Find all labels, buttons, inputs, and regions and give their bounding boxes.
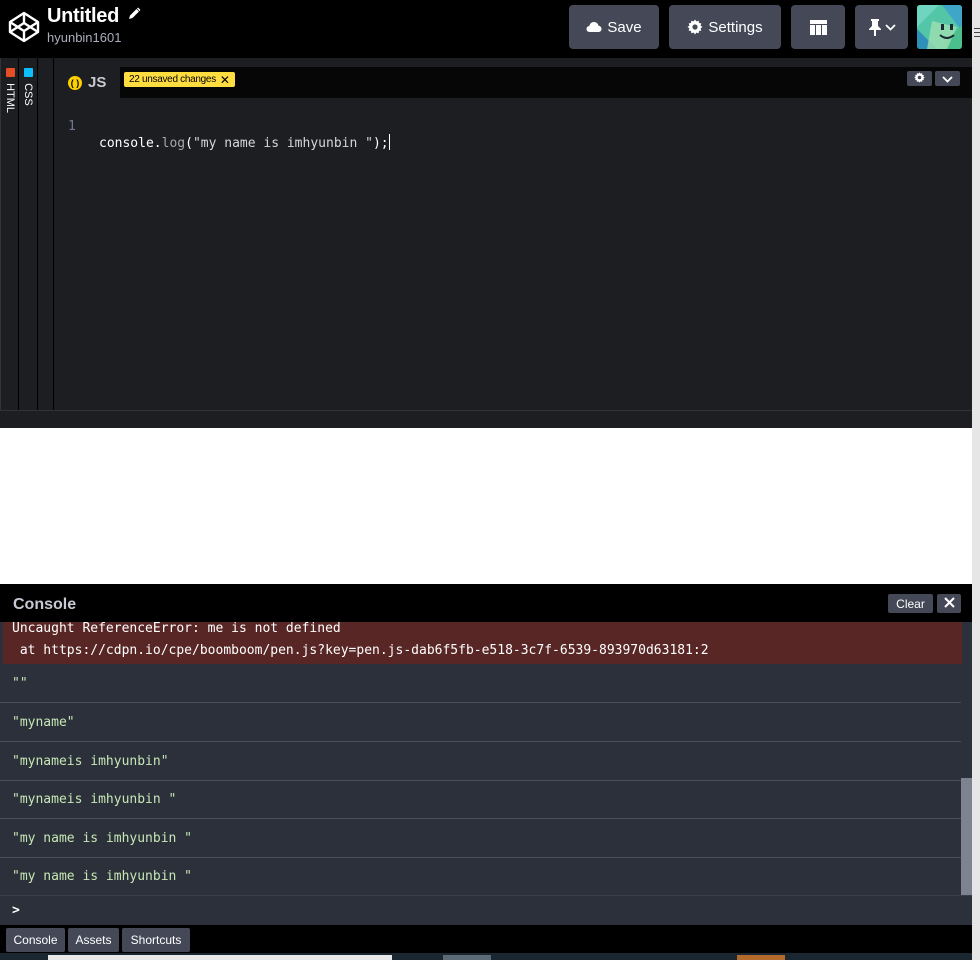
js-editor: ( ) JS 22 unsaved changes ✕ 1 console.lo… [54,58,972,410]
js-editor-topbar: ( ) JS 22 unsaved changes ✕ [54,67,972,98]
editor-resizer[interactable] [38,58,54,410]
console-error-entry: Uncaught ReferenceError: me is not defin… [3,622,962,664]
console-entry: "mynameis imhyunbin" [0,742,961,781]
console-entry: "my name is imhyunbin " [0,819,961,858]
console-title: Console [13,596,77,613]
header: Untitled hyunbin1601 Save Settings [0,0,972,58]
console-entry: "my name is imhyunbin " [12,869,193,884]
js-tab[interactable]: ( ) JS [54,67,120,98]
close-console-button[interactable] [937,594,961,613]
pen-title[interactable]: Untitled [47,5,119,28]
save-button[interactable]: Save [569,5,659,49]
line-number: 1 [68,119,76,134]
css-icon [23,68,33,77]
editor-settings-button[interactable] [907,71,932,86]
gear-icon [687,19,708,35]
close-icon[interactable]: ✕ [220,73,230,87]
pencil-icon[interactable] [127,7,141,21]
chevron-down-icon [942,70,953,88]
gear-icon [914,70,925,88]
pen-title-area: Untitled hyunbin1601 [47,5,141,45]
html-editor-collapsed[interactable]: HTML [0,58,19,410]
settings-button[interactable]: Settings [669,5,781,49]
console-prompt: > [12,903,20,918]
text-cursor [388,134,390,150]
pin-icon [868,18,882,36]
console-entry: "" [0,664,961,703]
change-view-button[interactable] [791,5,845,49]
layout-icon [809,19,827,35]
settings-label: Settings [708,18,763,36]
js-icon: ( ) [68,75,82,90]
save-label: Save [607,18,642,36]
window-scroll-strip [972,0,980,960]
css-editor-collapsed[interactable]: CSS [19,58,38,410]
js-tab-label: JS [88,74,107,91]
pin-menu-button[interactable] [855,5,908,49]
editor-resize-bar[interactable] [0,410,972,428]
css-tab-label: CSS [22,68,34,106]
html-tab-label: HTML [4,68,16,113]
clear-console-button[interactable]: Clear [888,594,933,613]
error-message: Uncaught ReferenceError: me is not defin… [12,622,341,636]
assets-button[interactable]: Assets [68,928,119,952]
console-log[interactable]: Uncaught ReferenceError: me is not defin… [0,622,972,895]
preview-frame[interactable] [0,428,972,584]
console-entry: "mynameis imhyunbin " [0,780,961,819]
codepen-logo-icon[interactable] [8,11,40,43]
editor-collapse-button[interactable] [935,71,960,86]
unsaved-changes-badge[interactable]: 22 unsaved changes ✕ [124,72,235,87]
error-location-link[interactable]: at https://cdpn.io/cpe/boomboom/pen.js?k… [12,640,962,662]
console-panel: Console Clear Uncaught ReferenceError: m… [0,584,972,925]
console-button[interactable]: Console [6,928,65,952]
editor-area: HTML CSS ( ) JS 22 unsaved changes ✕ 1 c… [0,58,972,410]
shortcuts-button[interactable]: Shortcuts [122,928,190,952]
console-scrollbar[interactable] [961,778,972,895]
close-icon [943,595,955,613]
avatar[interactable] [917,5,962,49]
console-input-row[interactable]: > [0,895,972,925]
code-content[interactable]: console.log("my name is imhyunbin "); [99,134,390,151]
console-header: Console Clear [0,584,972,622]
console-entry: "myname" [0,703,961,742]
username[interactable]: hyunbin1601 [47,30,141,45]
chevron-down-icon [884,23,896,31]
footer: Console Assets Shortcuts [0,925,972,953]
os-taskbar [0,953,972,960]
cloud-icon [586,21,607,33]
html-icon [5,68,15,77]
code-line[interactable]: 1 console.log("my name is imhyunbin "); [54,104,390,164]
